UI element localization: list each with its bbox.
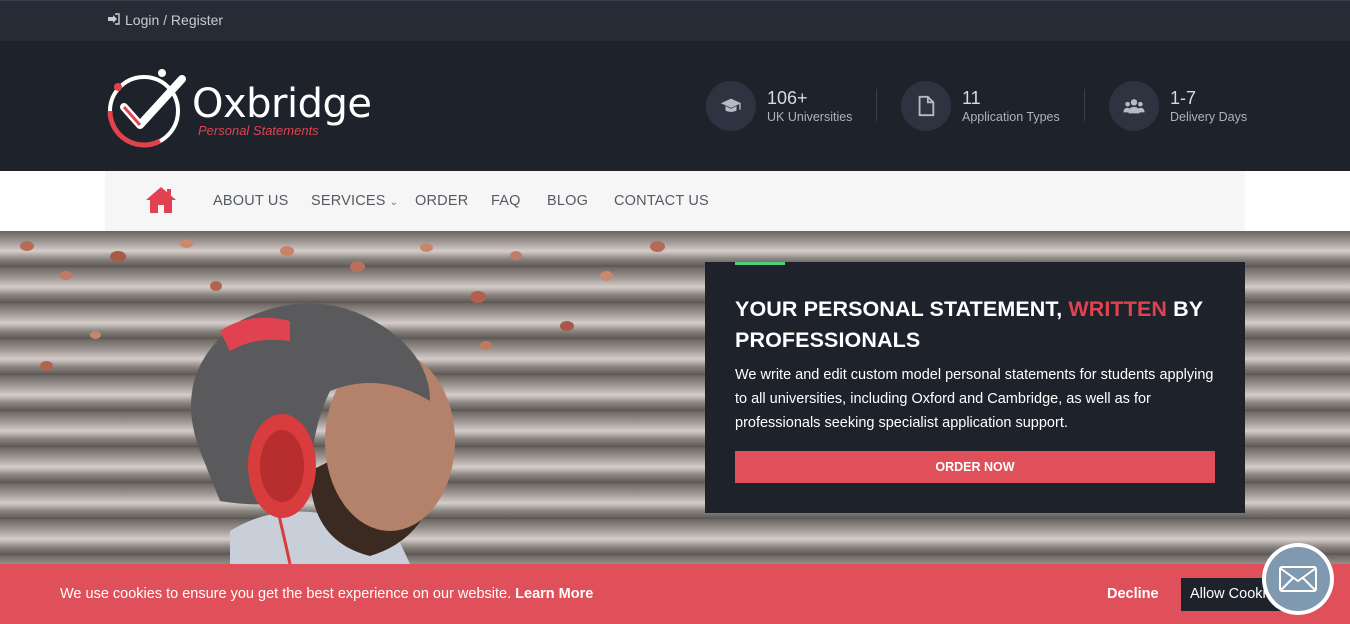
hero-person-image <box>191 303 455 564</box>
cookie-message: We use cookies to ensure you get the bes… <box>60 586 593 602</box>
hero-section: YOUR PERSONAL STATEMENT, WRITTEN BY PROF… <box>0 231 1350 564</box>
nav-order[interactable]: ORDER <box>415 193 468 209</box>
users-icon <box>1109 81 1159 131</box>
nav-faq[interactable]: FAQ <box>491 193 521 209</box>
decline-cookies-button[interactable]: Decline <box>1107 586 1159 602</box>
stat-value: 11 <box>962 88 981 108</box>
hero-title: YOUR PERSONAL STATEMENT, WRITTEN BY PROF… <box>735 294 1205 356</box>
stat-divider <box>1084 89 1085 121</box>
login-register-label: Login / Register <box>125 12 224 28</box>
sign-in-icon <box>108 12 120 28</box>
hero-title-part1: YOUR PERSONAL STATEMENT, <box>735 297 1069 321</box>
stat-delivery-days: 1-7 Delivery Days <box>1109 81 1247 131</box>
stat-label: Delivery Days <box>1170 110 1248 124</box>
hero-description: We write and edit custom model personal … <box>735 367 1214 431</box>
document-icon <box>901 81 951 131</box>
graduation-cap-icon <box>706 81 756 131</box>
nav-blog[interactable]: BLOG <box>547 193 588 209</box>
site-logo[interactable]: Oxbridge Personal Statements <box>104 67 394 149</box>
site-header: Oxbridge Personal Statements 106+ UK Uni… <box>0 41 1350 171</box>
main-nav: ABOUT US SERVICES ⌄ ORDER FAQ BLOG CONTAC… <box>105 171 1245 231</box>
nav-wrapper: ABOUT US SERVICES ⌄ ORDER FAQ BLOG CONTAC… <box>0 171 1350 231</box>
logo-check-icon <box>107 69 186 148</box>
logo-name: Oxbridge <box>192 81 372 127</box>
cookie-message-text: We use cookies to ensure you get the bes… <box>60 586 512 602</box>
hero-card-accent <box>735 262 785 265</box>
stat-divider <box>876 89 877 121</box>
nav-services-label: SERVICES <box>311 193 386 209</box>
stat-label: Application Types <box>962 110 1060 124</box>
stat-value: 1-7 <box>1170 88 1197 108</box>
nav-about-us[interactable]: ABOUT US <box>213 193 288 209</box>
stat-value: 106+ <box>767 88 808 108</box>
chevron-down-icon: ⌄ <box>389 197 399 208</box>
envelope-icon <box>1266 547 1330 611</box>
contact-mail-button[interactable] <box>1262 543 1334 615</box>
stat-label: UK Universities <box>767 110 853 124</box>
hero-card: YOUR PERSONAL STATEMENT, WRITTEN BY PROF… <box>705 262 1245 513</box>
hero-title-highlight: WRITTEN <box>1068 297 1168 321</box>
stat-application-types: 11 Application Types <box>901 81 1060 131</box>
login-register-link[interactable]: Login / Register <box>108 12 223 28</box>
learn-more-link[interactable]: Learn More <box>515 586 593 602</box>
nav-contact-us[interactable]: CONTACT US <box>614 193 709 209</box>
order-now-button[interactable]: ORDER NOW <box>735 451 1215 483</box>
cookie-banner: We use cookies to ensure you get the bes… <box>0 564 1350 624</box>
top-bar: Login / Register <box>0 0 1350 41</box>
home-icon[interactable] <box>145 186 177 214</box>
nav-services[interactable]: SERVICES ⌄ <box>311 193 398 209</box>
stat-universities: 106+ UK Universities <box>706 81 852 131</box>
logo-tagline: Personal Statements <box>198 123 319 138</box>
